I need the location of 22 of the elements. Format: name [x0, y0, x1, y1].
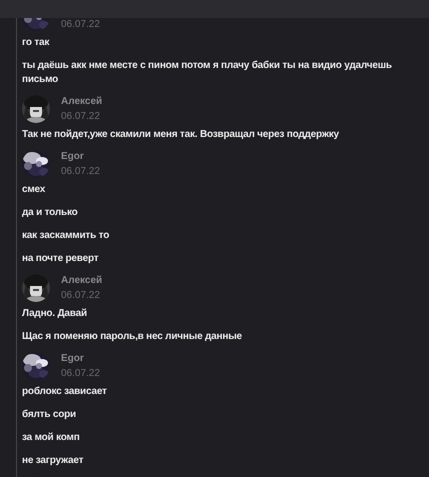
message-text: ты даёшь акк нме месте с пином потом я плачу бабки ты на видио удалчешь письмо — [22, 59, 393, 87]
message-text: Так не пойдет,уже скамили меня так. Возвращал через поддержку — [22, 128, 340, 142]
author-name: Egor — [61, 352, 85, 366]
message-text: за мой комп — [22, 431, 81, 445]
message-text: смех — [22, 183, 46, 197]
message-text: на почте реверт — [22, 252, 100, 266]
message-date: 06.07.22 — [61, 110, 101, 124]
message-text: го так — [22, 36, 50, 50]
author-name: Egor — [61, 150, 85, 164]
author-name: Алексей — [61, 95, 102, 109]
message-text: роблокс зависает — [22, 385, 108, 399]
message-text: не загружает — [22, 454, 84, 468]
message-text: Щас я поменяю пароль,в нес личные данные — [22, 330, 243, 344]
message-date: 06.07.22 — [61, 289, 101, 303]
message-text: как заскаммить то — [22, 229, 110, 243]
message-date: 06.07.22 — [61, 367, 100, 381]
message-text: да и только — [22, 206, 79, 220]
message-date: 06.07.22 — [61, 165, 100, 179]
author-name: Алексей — [61, 274, 102, 288]
message-date: 06.07.22 — [61, 18, 100, 32]
message-text: бялть сори — [22, 408, 77, 422]
message-text: Ладно. Давай — [22, 307, 88, 321]
